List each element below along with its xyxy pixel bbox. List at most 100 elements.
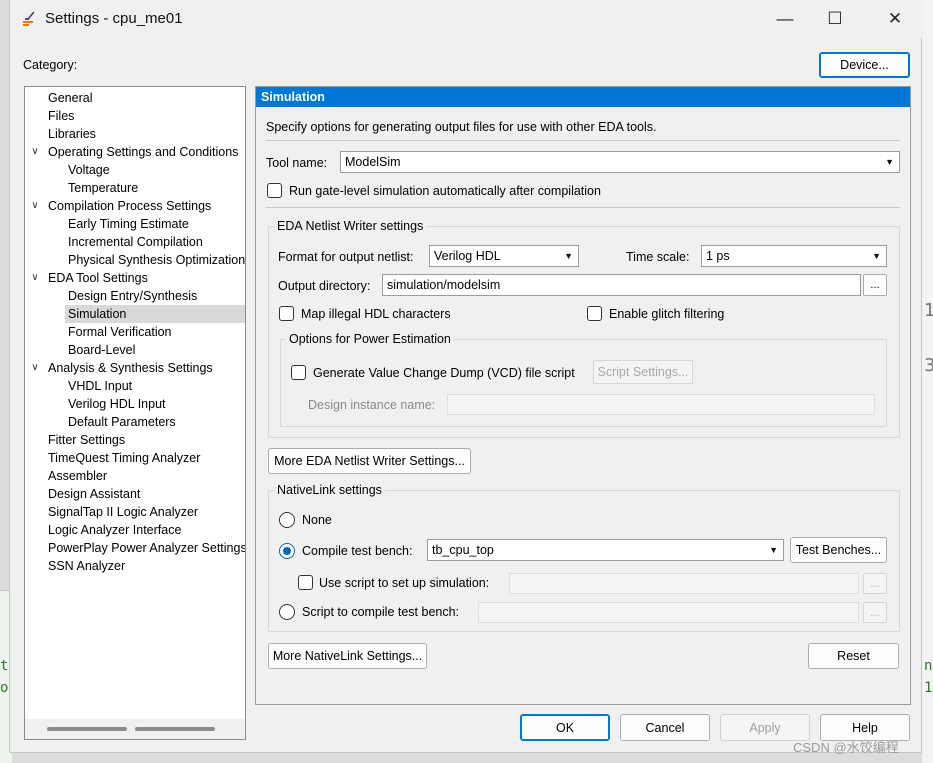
tree-item[interactable]: VHDL Input [25, 377, 245, 395]
browse-use-script-button[interactable]: ... [863, 573, 887, 594]
minimize-button[interactable]: — [762, 0, 808, 38]
cancel-button[interactable]: Cancel [620, 714, 710, 741]
reset-button[interactable]: Reset [808, 643, 899, 669]
use-script-checkbox[interactable] [298, 575, 313, 590]
tree-item[interactable]: Formal Verification [25, 323, 245, 341]
tree-item[interactable]: Libraries [25, 125, 245, 143]
vcd-script-checkbox[interactable] [291, 365, 306, 380]
more-nativelink-settings-button[interactable]: More NativeLink Settings... [268, 643, 427, 669]
script-settings-button[interactable]: Script Settings... [593, 360, 693, 384]
maximize-button[interactable]: ☐ [812, 0, 858, 38]
tree-item[interactable]: SSN Analyzer [25, 557, 245, 575]
tree-item[interactable]: Files [25, 107, 245, 125]
test-bench-value: tb_cpu_top [432, 543, 494, 557]
tree-item[interactable]: Design Assistant [25, 485, 245, 503]
tree-item-label: SignalTap II Logic Analyzer [48, 505, 199, 519]
tree-item[interactable]: ∨ Operating Settings and Conditions [25, 143, 245, 161]
browse-output-directory-button[interactable]: ... [863, 274, 887, 296]
tree-item[interactable]: Verilog HDL Input [25, 395, 245, 413]
tree-item-label: Compilation Process Settings [48, 199, 212, 213]
tree-item-label: Libraries [48, 127, 96, 141]
tree-item[interactable]: Assembler [25, 467, 245, 485]
tree-item-label: Board-Level [68, 343, 136, 357]
tree-item[interactable]: ∨ Analysis & Synthesis Settings [25, 359, 245, 377]
tree-item[interactable]: Fitter Settings [25, 431, 245, 449]
tree-item[interactable]: TimeQuest Timing Analyzer [25, 449, 245, 467]
use-script-input[interactable] [509, 573, 859, 594]
nativelink-none-radio[interactable] [279, 512, 295, 528]
tree-item-label: Logic Analyzer Interface [48, 523, 182, 537]
tree-item[interactable]: ∨ Compilation Process Settings [25, 197, 245, 215]
nativelink-none-label: None [302, 513, 332, 527]
scrollbar-thumb[interactable] [135, 727, 215, 731]
tool-name-label: Tool name: [266, 156, 328, 170]
tree-item[interactable]: Incremental Compilation [25, 233, 245, 251]
tree-item[interactable]: Physical Synthesis Optimization [25, 251, 245, 269]
time-scale-value: 1 ps [706, 249, 730, 263]
tree-horizontal-scrollbar[interactable] [25, 719, 245, 739]
tree-item[interactable]: Default Parameters [25, 413, 245, 431]
script-compile-input[interactable] [478, 602, 859, 623]
glitch-filtering-checkbox[interactable] [587, 306, 602, 321]
output-format-value: Verilog HDL [434, 249, 501, 263]
tool-name-dropdown[interactable]: ModelSim ▼ [340, 151, 900, 173]
divider [266, 207, 900, 208]
chevron-down-icon: ▼ [885, 157, 894, 167]
output-directory-label: Output directory: [278, 279, 371, 293]
tree-item-label: Verilog HDL Input [68, 397, 166, 411]
test-benches-button[interactable]: Test Benches... [790, 537, 887, 563]
chevron-down-icon[interactable]: ∨ [29, 197, 41, 215]
nativelink-group-title: NativeLink settings [274, 483, 385, 497]
close-button[interactable]: ✕ [872, 0, 918, 38]
chevron-down-icon[interactable]: ∨ [29, 269, 41, 287]
tree-item-label: Early Timing Estimate [68, 217, 189, 231]
browse-script-compile-button[interactable]: ... [863, 602, 887, 623]
script-compile-label: Script to compile test bench: [302, 605, 460, 619]
title-bar[interactable]: Settings - cpu_me01 — ☐ ✕ [10, 0, 923, 38]
tree-item[interactable]: Voltage [25, 161, 245, 179]
test-bench-dropdown[interactable]: tb_cpu_top ▼ [427, 539, 784, 561]
tree-item[interactable]: General [25, 89, 245, 107]
chevron-down-icon: ▼ [872, 251, 881, 261]
tree-item[interactable]: Simulation [65, 305, 245, 323]
time-scale-label: Time scale: [626, 250, 690, 264]
design-instance-input[interactable] [447, 394, 875, 415]
run-gate-level-checkbox[interactable] [267, 183, 282, 198]
glitch-filtering-label: Enable glitch filtering [609, 307, 725, 321]
settings-dialog: Settings - cpu_me01 — ☐ ✕ Category: Devi… [9, 0, 923, 753]
tree-item[interactable]: Design Entry/Synthesis [25, 287, 245, 305]
tree-item[interactable]: ∨ EDA Tool Settings [25, 269, 245, 287]
map-illegal-hdl-checkbox[interactable] [279, 306, 294, 321]
tree-item-label: Analysis & Synthesis Settings [48, 361, 213, 375]
tree-item-label: Simulation [68, 307, 127, 321]
tree-item-label: Voltage [68, 163, 110, 177]
tree-item[interactable]: PowerPlay Power Analyzer Settings [25, 539, 245, 557]
panel-description: Specify options for generating output fi… [266, 120, 657, 134]
compile-test-bench-radio[interactable] [279, 543, 295, 559]
tree-item[interactable]: Board-Level [25, 341, 245, 359]
output-directory-input[interactable]: simulation/modelsim [382, 274, 861, 296]
watermark-text: CSDN @水饺编程 [793, 740, 899, 755]
tree-item[interactable]: Temperature [25, 179, 245, 197]
script-compile-radio[interactable] [279, 604, 295, 620]
more-netlist-settings-button[interactable]: More EDA Netlist Writer Settings... [268, 448, 471, 474]
tree-item-label: Default Parameters [68, 415, 176, 429]
category-tree[interactable]: General Files Libraries ∨ Operating Settings… [24, 86, 246, 740]
chevron-down-icon[interactable]: ∨ [29, 359, 41, 377]
chevron-down-icon[interactable]: ∨ [29, 143, 41, 161]
tree-item-label: EDA Tool Settings [48, 271, 148, 285]
power-estimation-group-title: Options for Power Estimation [286, 332, 454, 346]
scrollbar-thumb[interactable] [47, 727, 127, 731]
time-scale-dropdown[interactable]: 1 ps ▼ [701, 245, 887, 267]
device-button[interactable]: Device... [819, 52, 910, 78]
tree-item[interactable]: SignalTap II Logic Analyzer [25, 503, 245, 521]
tree-item[interactable]: Logic Analyzer Interface [25, 521, 245, 539]
ok-button[interactable]: OK [520, 714, 610, 741]
tree-item-label: Assembler [48, 469, 108, 483]
panel-header: Simulation [256, 87, 910, 107]
use-script-label: Use script to set up simulation: [319, 576, 490, 590]
output-format-dropdown[interactable]: Verilog HDL ▼ [429, 245, 579, 267]
tree-item-label: Operating Settings and Conditions [48, 145, 239, 159]
tree-item-label: Temperature [68, 181, 139, 195]
tree-item[interactable]: Early Timing Estimate [25, 215, 245, 233]
